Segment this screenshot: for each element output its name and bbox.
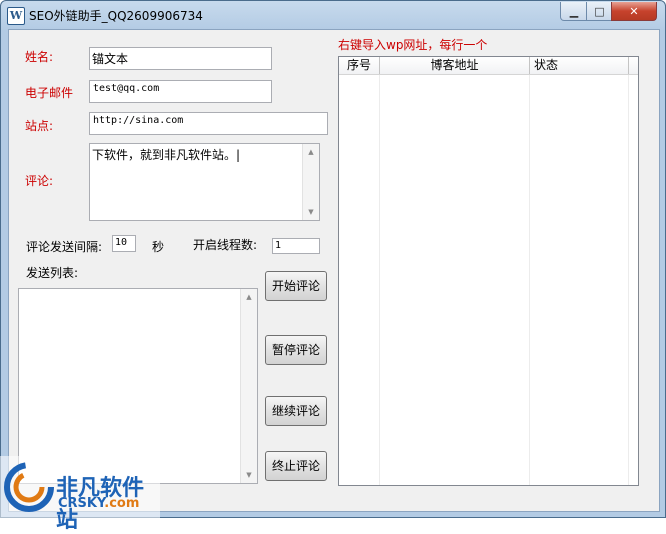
main-panel: 姓名: 锚文本 电子邮件 test@qq.com 站点: http://sina… — [8, 29, 660, 512]
scroll-up-icon[interactable]: ▲ — [303, 144, 319, 160]
comment-text: 下软件，就到非凡软件站。| — [92, 148, 241, 162]
column-header-status[interactable]: 状态 — [530, 57, 629, 74]
wordpress-icon: W — [7, 7, 25, 25]
name-input[interactable]: 锚文本 — [89, 47, 272, 70]
watermark-url: CRSKY.com — [58, 496, 139, 511]
email-input[interactable]: test@qq.com — [89, 80, 272, 103]
comment-textarea[interactable]: 下软件，就到非凡软件站。| ▲ ▼ — [89, 143, 320, 221]
send-list-scrollbar[interactable]: ▲ ▼ — [240, 289, 257, 483]
close-icon: ✕ — [629, 4, 639, 18]
column-header-index[interactable]: 序号 — [339, 57, 380, 74]
start-comment-button[interactable]: 开始评论 — [265, 271, 327, 301]
minimize-button[interactable]: ▁ — [560, 2, 588, 21]
scroll-down-icon[interactable]: ▼ — [303, 204, 319, 220]
column-header-filler — [629, 57, 638, 74]
comment-label: 评论: — [25, 174, 54, 188]
minimize-icon: ▁ — [569, 4, 579, 18]
interval-input[interactable]: 10 — [112, 235, 136, 252]
grid-line — [379, 75, 380, 485]
resume-comment-button[interactable]: 继续评论 — [265, 396, 327, 426]
comment-scrollbar[interactable]: ▲ ▼ — [302, 144, 319, 220]
site-input[interactable]: http://sina.com — [89, 112, 328, 135]
site-label: 站点: — [25, 119, 54, 133]
crsky-logo-icon — [4, 462, 54, 512]
interval-label: 评论发送间隔: — [26, 240, 103, 254]
window-title: SEO外链助手_QQ2609906734 — [29, 9, 203, 23]
app-window: W SEO外链助手_QQ2609906734 ▁ □ ✕ 姓名: 锚文本 电子邮… — [0, 0, 666, 518]
maximize-icon: □ — [594, 4, 605, 18]
email-label: 电子邮件 — [25, 86, 74, 100]
send-list-box[interactable]: ▲ ▼ — [18, 288, 258, 484]
scroll-up-icon[interactable]: ▲ — [241, 289, 257, 305]
url-table[interactable]: 序号 博客地址 状态 — [338, 56, 639, 486]
column-header-blog-url[interactable]: 博客地址 — [380, 57, 530, 74]
table-header: 序号 博客地址 状态 — [339, 57, 638, 75]
import-hint: 右键导入wp网址，每行一个 — [338, 38, 488, 52]
threads-input[interactable]: 1 — [272, 238, 320, 254]
grid-line — [529, 75, 530, 485]
maximize-button[interactable]: □ — [586, 2, 613, 21]
close-button[interactable]: ✕ — [611, 2, 657, 21]
title-bar[interactable]: W SEO外链助手_QQ2609906734 ▁ □ ✕ — [1, 1, 665, 29]
watermark-url-main: CRSKY — [58, 496, 105, 511]
stop-comment-button[interactable]: 终止评论 — [265, 451, 327, 481]
threads-label: 开启线程数: — [193, 238, 258, 252]
crsky-watermark: 非凡软件站 CRSKY.com — [0, 456, 160, 533]
scroll-down-icon[interactable]: ▼ — [241, 467, 257, 483]
send-list-label: 发送列表: — [26, 266, 79, 280]
name-label: 姓名: — [25, 50, 54, 64]
grid-line — [628, 75, 629, 485]
pause-comment-button[interactable]: 暂停评论 — [265, 335, 327, 365]
watermark-url-tld: .com — [104, 496, 140, 511]
interval-unit: 秒 — [152, 240, 165, 254]
